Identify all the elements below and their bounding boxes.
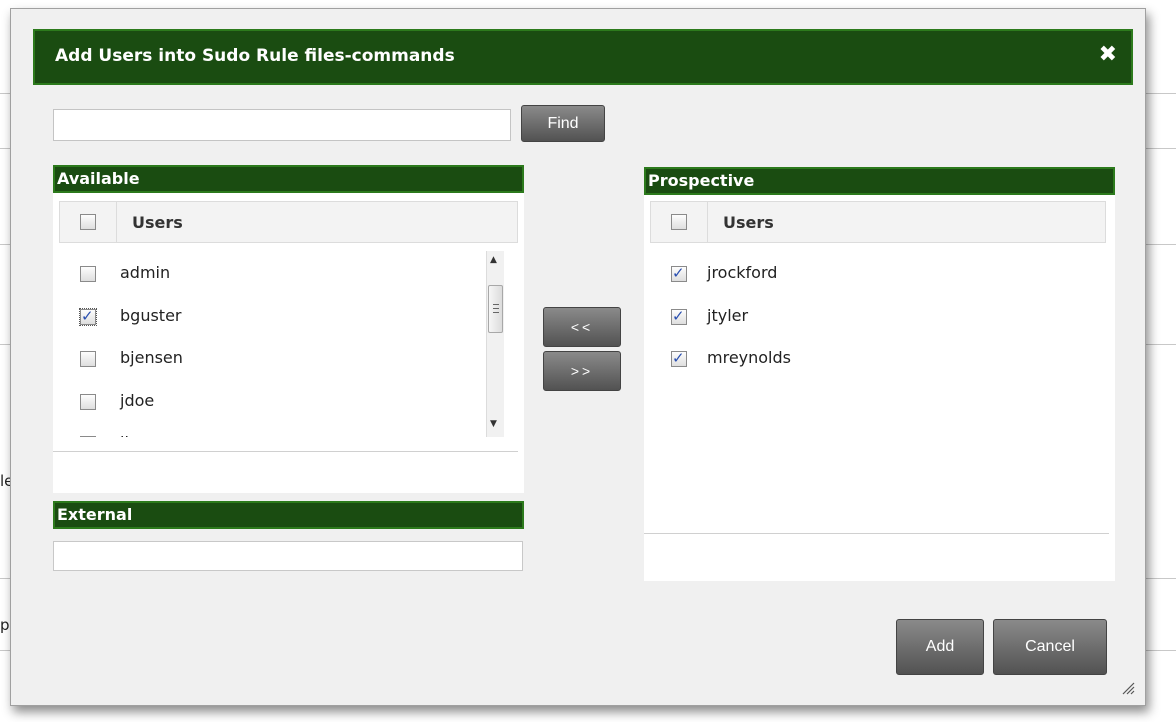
external-header: External [53, 501, 524, 529]
available-column-label: Users [132, 213, 183, 232]
scroll-thumb[interactable] [488, 285, 503, 333]
checkmark-icon: ✓ [81, 307, 94, 325]
user-checkbox[interactable] [80, 351, 96, 367]
external-input[interactable] [53, 541, 523, 571]
list-item[interactable]: ✓ jtyler [671, 302, 1071, 332]
add-users-dialog: Add Users into Sudo Rule files-commands … [10, 8, 1146, 706]
user-name: mreynolds [707, 348, 791, 367]
user-name: admin [120, 263, 171, 282]
prospective-list-divider [644, 533, 1109, 534]
list-item[interactable]: jdoe [80, 387, 460, 417]
prospective-panel: Users ✓ jrockford ✓ jtyler ✓ mreynolds [644, 195, 1115, 581]
checkmark-icon: ✓ [672, 307, 685, 325]
user-checkbox[interactable] [80, 266, 96, 282]
user-checkbox[interactable]: ✓ [671, 307, 687, 325]
available-list: admin ✓ bguster bjensen jdoe jjones ▲ [53, 251, 528, 437]
user-name: jtyler [707, 306, 749, 325]
cancel-button[interactable]: Cancel [993, 619, 1107, 675]
checkmark-icon: ✓ [672, 349, 685, 367]
move-right-button[interactable]: >> [543, 351, 621, 391]
list-item[interactable]: ✓ jrockford [671, 259, 1071, 289]
user-checkbox[interactable]: ✓ [671, 349, 687, 367]
available-panel: Users admin ✓ bguster bjensen jdoe jjone… [53, 193, 524, 493]
user-name: jrockford [707, 263, 778, 282]
dialog-title: Add Users into Sudo Rule files-commands [55, 46, 455, 66]
prospective-column-header: Users [650, 201, 1106, 243]
available-column-header: Users [59, 201, 518, 243]
close-icon[interactable]: ✖ [1099, 44, 1117, 66]
user-checkbox[interactable] [80, 436, 96, 437]
list-item[interactable]: bjensen [80, 344, 460, 374]
prospective-select-all-checkbox[interactable] [671, 214, 687, 230]
available-select-all-checkbox[interactable] [80, 214, 96, 230]
move-left-button[interactable]: << [543, 307, 621, 347]
prospective-header: Prospective [644, 167, 1115, 195]
user-name: jdoe [120, 391, 155, 410]
user-name: bguster [120, 306, 182, 325]
find-button[interactable]: Find [521, 105, 605, 142]
resize-handle-icon[interactable] [1121, 681, 1135, 695]
scroll-down-icon[interactable]: ▼ [490, 419, 497, 429]
available-scrollbar[interactable]: ▲ ▼ [486, 251, 504, 437]
list-item[interactable]: ✓ bguster [79, 302, 460, 332]
scroll-up-icon[interactable]: ▲ [490, 255, 497, 265]
user-checkbox[interactable] [80, 394, 96, 410]
add-button[interactable]: Add [896, 619, 984, 675]
column-checkbox-cell [60, 202, 117, 242]
dialog-titlebar[interactable]: Add Users into Sudo Rule files-commands … [33, 29, 1133, 85]
user-name: jjones [120, 433, 167, 437]
list-item[interactable]: ✓ mreynolds [671, 344, 1071, 374]
column-checkbox-cell [651, 202, 708, 242]
user-checkbox[interactable]: ✓ [671, 264, 687, 282]
prospective-column-label: Users [723, 213, 774, 232]
list-item[interactable]: admin [80, 259, 460, 289]
user-name: bjensen [120, 348, 183, 367]
available-header: Available [53, 165, 524, 193]
search-input[interactable] [53, 109, 511, 141]
list-item[interactable]: jjones [80, 429, 460, 437]
checkmark-icon: ✓ [672, 264, 685, 282]
user-checkbox[interactable]: ✓ [79, 307, 97, 326]
available-list-divider [53, 451, 518, 452]
